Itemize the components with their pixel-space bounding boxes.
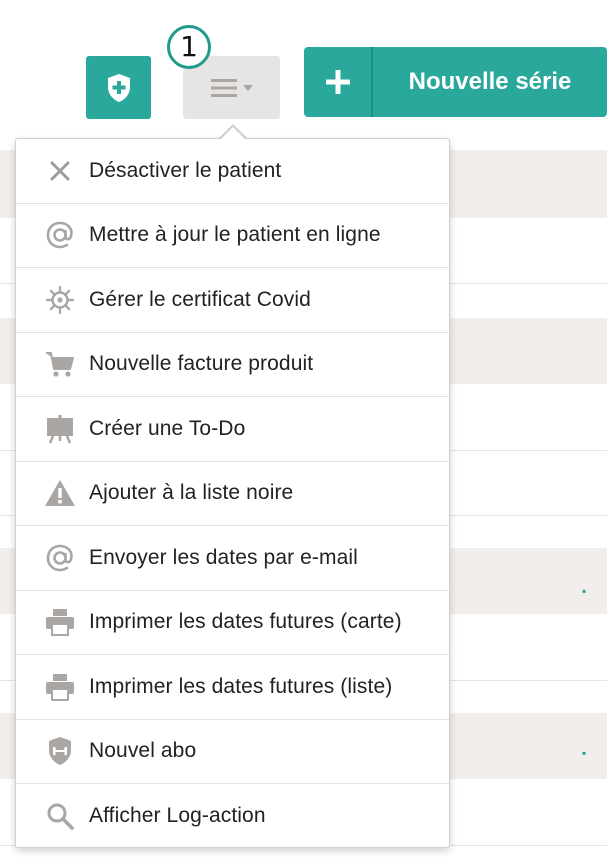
menu-item-new-product-invoice[interactable]: Nouvelle facture produit xyxy=(16,333,449,397)
shield-plus-icon xyxy=(107,73,130,102)
menu-item-label: Imprimer les dates futures (carte) xyxy=(89,610,402,634)
menu-item-send-dates-email[interactable]: Envoyer les dates par e-mail xyxy=(16,526,449,591)
menu-item-label: Envoyer les dates par e-mail xyxy=(89,545,358,569)
close-icon xyxy=(43,154,77,188)
shopping-cart-icon xyxy=(43,347,77,381)
menu-item-deactivate-patient[interactable]: Désactiver le patient xyxy=(16,139,449,204)
menu-item-covid-certificate[interactable]: Gérer le certificat Covid xyxy=(16,268,449,333)
at-sign-icon xyxy=(43,218,77,252)
hamburger-menu-icon xyxy=(210,78,237,97)
shield-dumbbell-icon xyxy=(43,734,77,768)
printer-icon xyxy=(43,605,77,639)
warning-triangle-icon xyxy=(43,476,77,510)
at-sign-icon xyxy=(43,541,77,575)
row-marker-icon: ▪ xyxy=(582,746,587,760)
menu-item-label: Créer une To-Do xyxy=(89,416,246,440)
menu-item-label: Nouvelle facture produit xyxy=(89,352,314,376)
menu-item-add-blacklist[interactable]: Ajouter à la liste noire xyxy=(16,462,449,526)
chevron-down-icon xyxy=(242,84,253,91)
step-badge: 1 xyxy=(167,25,211,69)
new-series-label: Nouvelle série xyxy=(408,68,572,95)
menu-item-update-patient-online[interactable]: Mettre à jour le patient en ligne xyxy=(16,204,449,268)
menu-item-label: Imprimer les dates futures (liste) xyxy=(89,674,393,698)
new-series-button[interactable]: Nouvelle série xyxy=(304,47,607,117)
actions-dropdown: Désactiver le patient Mettre à jour le p… xyxy=(15,138,450,848)
menu-item-print-future-dates-list[interactable]: Imprimer les dates futures (liste) xyxy=(16,655,449,720)
menu-item-label: Ajouter à la liste noire xyxy=(89,481,294,505)
easel-board-icon xyxy=(43,412,77,446)
row-marker-icon: ▪ xyxy=(582,584,587,598)
menu-item-label: Désactiver le patient xyxy=(89,158,282,182)
menu-item-print-future-dates-card[interactable]: Imprimer les dates futures (carte) xyxy=(16,591,449,655)
menu-item-create-todo[interactable]: Créer une To-Do xyxy=(16,397,449,462)
virus-icon xyxy=(43,283,77,317)
menu-item-show-action-log[interactable]: Afficher Log-action xyxy=(16,784,449,849)
menu-item-label: Afficher Log-action xyxy=(89,804,266,828)
menu-item-label: Gérer le certificat Covid xyxy=(89,287,311,311)
dropdown-caret-inner xyxy=(220,127,246,140)
menu-item-label: Mettre à jour le patient en ligne xyxy=(89,223,381,247)
menu-item-label: Nouvel abo xyxy=(89,739,197,763)
search-icon xyxy=(43,799,77,833)
covid-shield-button[interactable] xyxy=(86,56,151,119)
menu-item-new-subscription[interactable]: Nouvel abo xyxy=(16,720,449,784)
plus-icon xyxy=(304,47,373,117)
printer-icon xyxy=(43,670,77,704)
